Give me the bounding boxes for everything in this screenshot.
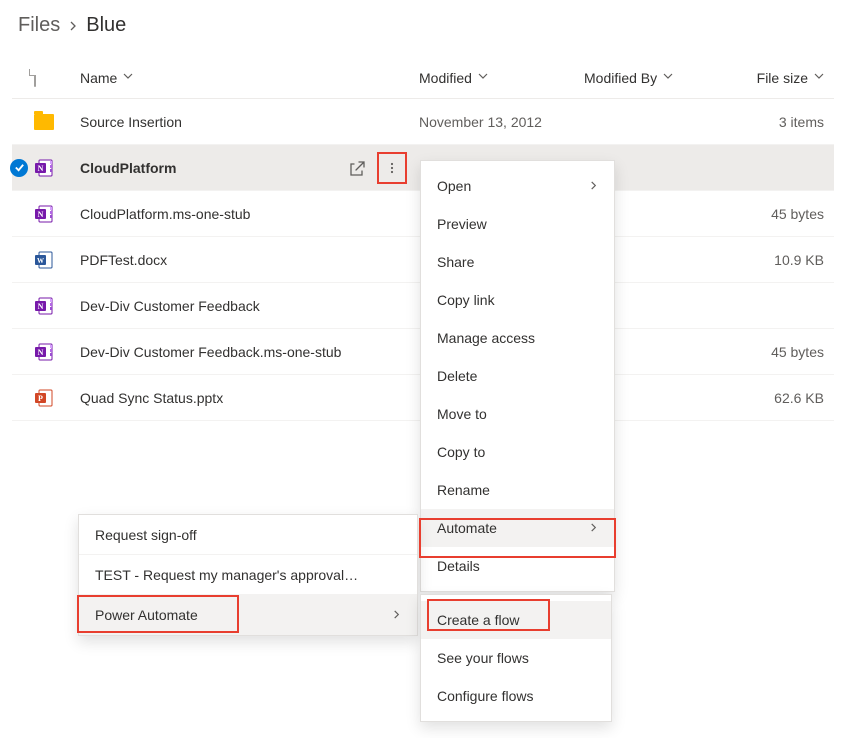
size-cell: 45 bytes: [744, 344, 834, 360]
column-header-filesize-label: File size: [757, 70, 808, 86]
file-type-icon: N: [34, 296, 80, 316]
file-name[interactable]: Source Insertion: [80, 114, 419, 130]
chevron-right-icon: [392, 608, 401, 622]
menu-item-manage[interactable]: Manage access: [421, 319, 614, 357]
svg-text:N: N: [38, 348, 44, 357]
pa-item-see[interactable]: See your flows: [421, 639, 611, 677]
column-header-filesize[interactable]: File size: [744, 70, 834, 86]
size-cell: 45 bytes: [744, 206, 834, 222]
share-icon[interactable]: [343, 154, 371, 182]
file-name[interactable]: PDFTest.docx: [80, 252, 419, 268]
file-name[interactable]: CloudPlatform.ms-one-stub: [80, 206, 419, 222]
more-options-button[interactable]: [377, 152, 407, 184]
flows-submenu: Request sign-offTEST - Request my manage…: [78, 514, 418, 636]
column-header-modifiedby-label: Modified By: [584, 70, 657, 86]
context-menu: OpenPreviewShareCopy linkManage accessDe…: [420, 160, 615, 592]
document-icon: [34, 70, 36, 86]
size-cell: 10.9 KB: [744, 252, 834, 268]
table-row[interactable]: Source InsertionNovember 13, 2012 3 items: [12, 99, 834, 145]
size-cell: 62.6 KB: [744, 390, 834, 406]
chevron-right-icon: [589, 521, 598, 535]
svg-text:W: W: [37, 257, 44, 265]
breadcrumb: Files Blue: [0, 0, 846, 57]
modified-cell: November 13, 2012: [419, 114, 584, 130]
svg-text:P: P: [38, 394, 43, 403]
breadcrumb-current: Blue: [86, 14, 126, 37]
svg-text:N: N: [38, 302, 44, 311]
menu-item-delete[interactable]: Delete: [421, 357, 614, 395]
menu-item-open[interactable]: Open: [421, 167, 614, 205]
file-name[interactable]: Dev-Div Customer Feedback: [80, 298, 419, 314]
chevron-down-icon: [123, 71, 133, 84]
menu-item-details[interactable]: Details: [421, 547, 614, 585]
menu-item-copyto[interactable]: Copy to: [421, 433, 614, 471]
chevron-down-icon: [663, 71, 673, 84]
column-header-icon[interactable]: [34, 70, 80, 86]
svg-text:N: N: [38, 210, 44, 219]
column-header-modified-label: Modified: [419, 70, 472, 86]
svg-text:N: N: [38, 164, 44, 173]
pa-item-create[interactable]: Create a flow: [421, 601, 611, 639]
file-name[interactable]: Quad Sync Status.pptx: [80, 390, 419, 406]
chevron-down-icon: [478, 71, 488, 84]
chevron-down-icon: [814, 71, 824, 84]
pa-item-configure[interactable]: Configure flows: [421, 677, 611, 715]
menu-item-copylink[interactable]: Copy link: [421, 281, 614, 319]
size-cell: 3 items: [744, 114, 834, 130]
menu-item-moveto[interactable]: Move to: [421, 395, 614, 433]
file-type-icon: W: [34, 250, 80, 270]
column-header-modifiedby[interactable]: Modified By: [584, 70, 744, 86]
column-header-name[interactable]: Name: [80, 70, 419, 86]
chevron-right-icon: [589, 179, 598, 193]
column-header-name-label: Name: [80, 70, 117, 86]
file-type-icon: [34, 112, 80, 132]
flows-item-test[interactable]: TEST - Request my manager's approval…: [79, 555, 417, 595]
column-header-modified[interactable]: Modified: [419, 70, 584, 86]
menu-item-preview[interactable]: Preview: [421, 205, 614, 243]
chevron-right-icon: [68, 18, 78, 34]
file-type-icon: N: [34, 204, 80, 224]
file-type-icon: N: [34, 158, 80, 178]
power-automate-submenu: Create a flowSee your flowsConfigure flo…: [420, 594, 612, 722]
breadcrumb-root[interactable]: Files: [18, 14, 60, 37]
menu-item-rename[interactable]: Rename: [421, 471, 614, 509]
flows-item-pa[interactable]: Power Automate: [79, 595, 417, 635]
file-name[interactable]: CloudPlatform: [80, 152, 419, 184]
menu-item-share[interactable]: Share: [421, 243, 614, 281]
file-name[interactable]: Dev-Div Customer Feedback.ms-one-stub: [80, 344, 419, 360]
menu-item-automate[interactable]: Automate: [421, 509, 614, 547]
column-header-row: Name Modified Modified By File size: [12, 57, 834, 99]
file-type-icon: N: [34, 342, 80, 362]
file-type-icon: P: [34, 388, 80, 408]
checkmark-icon[interactable]: [10, 159, 28, 177]
flows-item-signoff[interactable]: Request sign-off: [79, 515, 417, 555]
